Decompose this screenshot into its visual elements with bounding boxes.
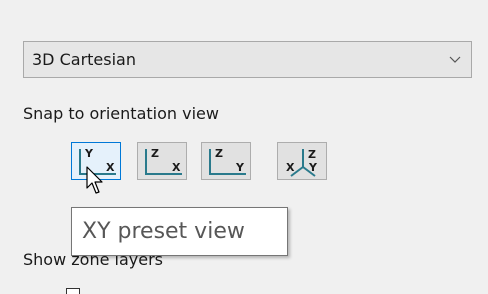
zy-view-icon: Z Y [209,147,246,175]
isometric-view-icon: Z X Y [286,148,318,177]
plot-settings-panel: 3D Cartesian Snap to orientation view Y … [0,0,488,294]
xy-axis-top-label: Y [84,147,94,160]
iso-axis-left-label: X [286,161,295,174]
xy-axis-right-label: X [106,161,115,174]
chevron-down-icon [449,56,461,63]
xy-preset-tooltip: XY preset view [71,207,288,256]
zx-axis-right-label: X [172,161,181,174]
tooltip-text: XY preset view [82,219,245,244]
mouse-pointer-icon [86,166,103,194]
zone-layer-checkbox[interactable] [66,288,80,294]
zy-axis-right-label: Y [235,161,245,174]
zx-view-button[interactable]: Z X [137,142,187,180]
zx-view-icon: Z X [145,147,182,175]
coordinate-system-value: 3D Cartesian [32,50,136,69]
zy-view-button[interactable]: Z Y [201,142,251,180]
snap-orientation-label: Snap to orientation view [23,104,219,123]
zy-axis-top-label: Z [215,147,223,160]
iso-axis-right-label: Y [308,161,318,174]
coordinate-system-dropdown[interactable]: 3D Cartesian [23,41,472,78]
zx-axis-top-label: Z [151,147,159,160]
isometric-view-button[interactable]: Z X Y [277,142,327,180]
iso-axis-top-label: Z [308,148,316,161]
